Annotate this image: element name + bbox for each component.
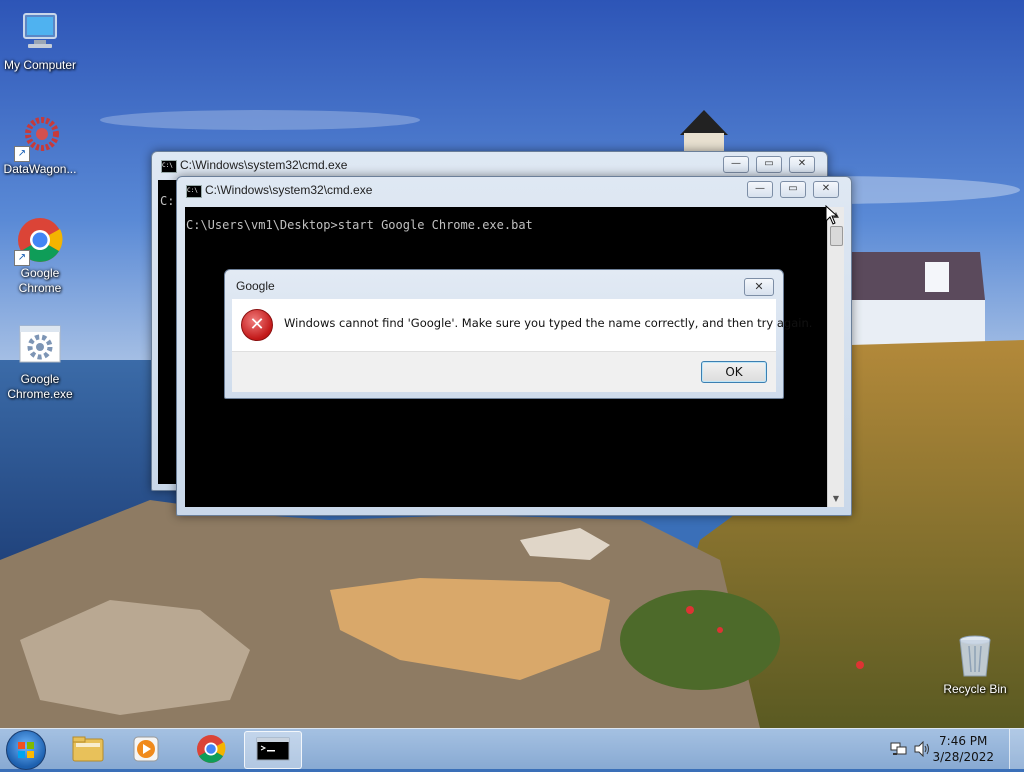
shortcut-arrow-icon: ↗ [14, 146, 30, 162]
show-desktop-button[interactable] [1009, 729, 1024, 769]
taskbar-media-player[interactable] [118, 731, 174, 767]
chrome-icon [197, 735, 226, 763]
desktop-icon-recycle-bin[interactable]: Recycle Bin [935, 632, 1015, 697]
desktop-icon-label: DataWagon... [3, 162, 77, 176]
cmd-icon: C:\ [186, 185, 202, 198]
dialog-footer: OK [232, 351, 776, 392]
volume-icon[interactable] [913, 741, 931, 757]
gear-exe-icon [16, 322, 64, 370]
system-clock[interactable]: 7:46 PM 3/28/2022 [932, 733, 994, 765]
folder-icon [72, 736, 104, 762]
computer-icon [16, 8, 64, 56]
close-button[interactable]: ✕ [789, 156, 815, 173]
taskbar: 7:46 PM 3/28/2022 [0, 728, 1024, 770]
console-text: C:\Users\vm1\Desktop>start Google Chrome… [186, 218, 533, 232]
scroll-down-arrow-icon[interactable]: ▼ [828, 491, 844, 507]
taskbar-file-explorer[interactable] [60, 731, 116, 767]
desktop-icon-datawagon[interactable]: ↗ DataWagon... [0, 112, 80, 177]
recycle-bin-icon [951, 632, 999, 680]
desktop-icon-google-chrome-exe[interactable]: Google Chrome.exe [0, 322, 80, 402]
shortcut-arrow-icon: ↗ [14, 250, 30, 266]
taskbar-google-chrome[interactable] [183, 731, 239, 767]
window-title: C:\Windows\system32\cmd.exe [205, 183, 373, 197]
clock-date: 3/28/2022 [932, 750, 994, 764]
minimize-button[interactable]: — [747, 181, 773, 198]
desktop-icon-my-computer[interactable]: My Computer [0, 8, 80, 73]
desktop-icon-label: Google Chrome.exe [7, 372, 73, 401]
desktop-icon-label: Google Chrome [18, 266, 62, 295]
console-text: C: [160, 194, 175, 208]
desktop-icon-label: My Computer [3, 58, 77, 72]
scroll-thumb[interactable] [830, 226, 843, 246]
cmd-icon: C:\ [161, 160, 177, 173]
error-dialog[interactable]: Google ✕ ✕ Windows cannot find 'Google'.… [224, 269, 812, 399]
maximize-button[interactable]: ▭ [756, 156, 782, 173]
minimize-button[interactable]: — [723, 156, 749, 173]
dialog-body: ✕ Windows cannot find 'Google'. Make sur… [232, 299, 812, 351]
dialog-title: Google [236, 279, 275, 293]
ok-button[interactable]: OK [701, 361, 767, 383]
clock-time: 7:46 PM [939, 734, 988, 748]
maximize-button[interactable]: ▭ [780, 181, 806, 198]
cmd-icon [256, 737, 290, 761]
media-player-icon [133, 736, 159, 762]
desktop-icon-label: Recycle Bin [943, 682, 1007, 696]
network-icon[interactable] [890, 741, 908, 757]
close-button[interactable]: ✕ [813, 181, 839, 198]
desktop-icon-google-chrome[interactable]: ↗ Google Chrome [0, 216, 80, 296]
chrome-icon: ↗ [14, 216, 64, 266]
vertical-scrollbar[interactable]: ▲ ▼ [827, 207, 844, 507]
dialog-message: Windows cannot find 'Google'. Make sure … [284, 316, 813, 330]
title-bar[interactable]: C:\ C:\Windows\system32\cmd.exe — ▭ ✕ [177, 177, 851, 205]
taskbar-command-prompt[interactable] [244, 731, 302, 769]
error-icon: ✕ [241, 309, 273, 341]
dialog-close-button[interactable]: ✕ [744, 278, 774, 296]
mouse-cursor-icon [825, 205, 839, 225]
start-button[interactable] [6, 730, 46, 770]
window-title: C:\Windows\system32\cmd.exe [180, 158, 348, 172]
windows-logo-icon [18, 742, 34, 758]
datawagon-icon: ↗ [14, 112, 64, 162]
